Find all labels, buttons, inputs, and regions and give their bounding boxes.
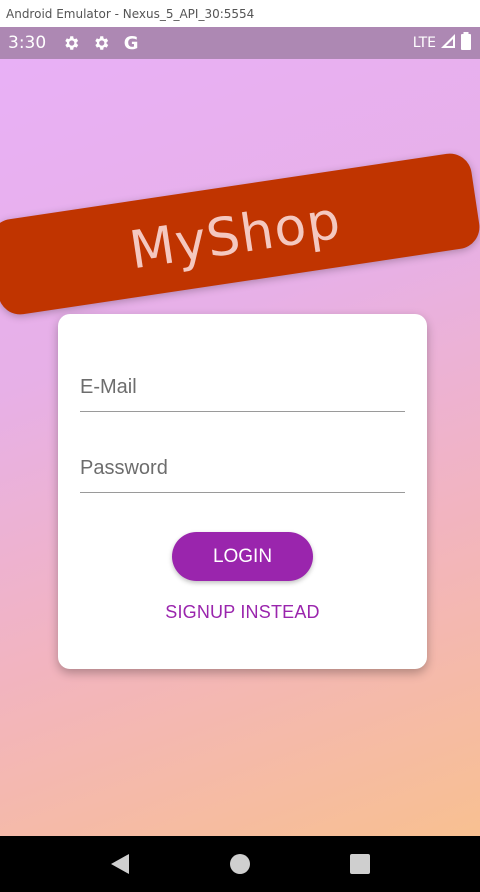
app-screen: MyShop LOGIN SIGNUP INSTEAD: [0, 59, 480, 836]
status-time: 3:30: [8, 33, 47, 53]
emulator-titlebar: Android Emulator - Nexus_5_API_30:5554: [0, 0, 480, 27]
auth-card: LOGIN SIGNUP INSTEAD: [58, 314, 427, 669]
signal-icon: [440, 33, 456, 53]
password-input[interactable]: [80, 445, 405, 492]
logo-banner: MyShop: [0, 150, 480, 318]
email-field[interactable]: [80, 364, 405, 412]
google-icon: G: [123, 32, 139, 54]
status-bar: 3:30 G LTE: [0, 27, 480, 59]
settings-icon: [92, 34, 110, 52]
password-field[interactable]: [80, 445, 405, 493]
settings-icon: [62, 34, 80, 52]
home-icon[interactable]: [220, 844, 260, 884]
login-button[interactable]: LOGIN: [172, 532, 313, 581]
emulator-title: Android Emulator - Nexus_5_API_30:5554: [6, 6, 255, 21]
navigation-bar: [0, 836, 480, 892]
recents-icon[interactable]: [340, 844, 380, 884]
signup-instead-button[interactable]: SIGNUP INSTEAD: [58, 602, 427, 623]
battery-icon: [460, 32, 472, 54]
status-right: LTE: [413, 32, 472, 54]
email-input[interactable]: [80, 364, 405, 411]
back-icon[interactable]: [100, 844, 140, 884]
network-type: LTE: [412, 35, 436, 51]
app-logo: MyShop: [125, 190, 345, 282]
